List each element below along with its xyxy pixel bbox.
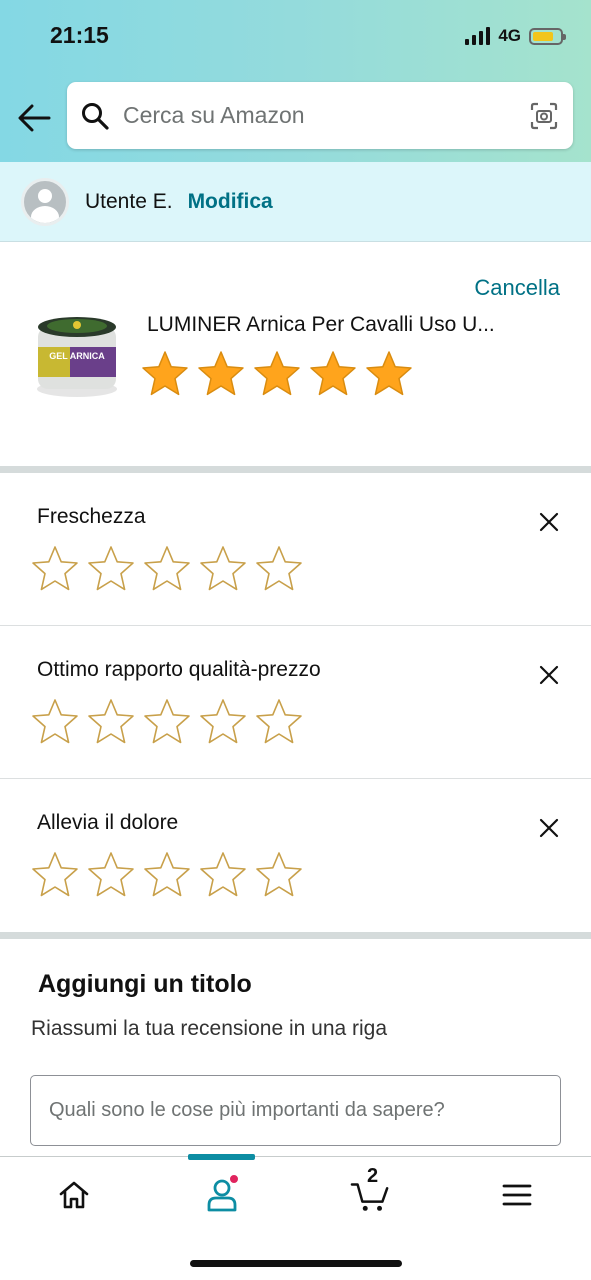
star-empty-icon[interactable] xyxy=(198,850,248,900)
star-empty-icon[interactable] xyxy=(254,850,304,900)
section-subheading: Riassumi la tua recensione in una riga xyxy=(31,1017,388,1040)
attribute-stars xyxy=(30,850,304,900)
user-strip: Utente E. Modifica xyxy=(0,162,591,242)
attribute-stars xyxy=(30,697,304,747)
status-indicators: 4G xyxy=(465,26,566,46)
edit-link[interactable]: Modifica xyxy=(188,190,273,214)
star-filled-icon[interactable] xyxy=(252,349,302,399)
product-image: GEL ARNICA xyxy=(37,317,117,397)
star-empty-icon[interactable] xyxy=(142,850,192,900)
search-input[interactable]: Cerca su Amazon xyxy=(123,102,529,129)
star-empty-icon[interactable] xyxy=(30,850,80,900)
star-empty-icon[interactable] xyxy=(254,544,304,594)
search-bar[interactable]: Cerca su Amazon xyxy=(67,82,573,149)
attribute-rating-freschezza: Freschezza xyxy=(0,473,591,625)
star-empty-icon[interactable] xyxy=(254,697,304,747)
camera-search-icon[interactable] xyxy=(529,101,559,131)
signal-icon xyxy=(465,27,491,45)
product-section: Cancella GEL ARNICA LUMINER Arnica Per C… xyxy=(0,243,591,466)
star-empty-icon[interactable] xyxy=(198,544,248,594)
home-indicator xyxy=(190,1260,402,1267)
svg-text:GEL ARNICA: GEL ARNICA xyxy=(49,351,105,361)
star-filled-icon[interactable] xyxy=(308,349,358,399)
attribute-rating-pain-relief: Allevia il dolore xyxy=(0,779,591,931)
nav-account[interactable] xyxy=(202,1173,242,1215)
star-empty-icon[interactable] xyxy=(198,697,248,747)
divider xyxy=(0,466,591,473)
nav-menu[interactable] xyxy=(497,1175,537,1215)
title-section: Aggiungi un titolo Riassumi la tua recen… xyxy=(0,940,591,1156)
notification-dot xyxy=(228,1173,240,1185)
menu-icon xyxy=(502,1184,532,1206)
star-empty-icon[interactable] xyxy=(86,697,136,747)
nav-cart[interactable]: 2 xyxy=(350,1165,390,1215)
nav-home[interactable] xyxy=(54,1175,94,1215)
close-icon[interactable] xyxy=(538,511,560,533)
status-time: 21:15 xyxy=(50,22,109,48)
review-title-input[interactable] xyxy=(30,1075,561,1146)
cancel-link[interactable]: Cancella xyxy=(474,275,560,301)
attribute-label: Freschezza xyxy=(37,505,146,528)
section-heading: Aggiungi un titolo xyxy=(38,970,252,998)
search-icon xyxy=(82,102,109,130)
star-empty-icon[interactable] xyxy=(30,697,80,747)
attribute-label: Ottimo rapporto qualità-prezzo xyxy=(37,658,321,681)
attribute-label: Allevia il dolore xyxy=(37,811,179,834)
attribute-stars xyxy=(30,544,304,594)
network-type: 4G xyxy=(498,26,521,45)
star-filled-icon[interactable] xyxy=(364,349,414,399)
star-empty-icon[interactable] xyxy=(86,544,136,594)
star-empty-icon[interactable] xyxy=(86,850,136,900)
product-rating[interactable] xyxy=(140,349,414,399)
star-empty-icon[interactable] xyxy=(142,697,192,747)
star-filled-icon[interactable] xyxy=(196,349,246,399)
star-empty-icon[interactable] xyxy=(142,544,192,594)
divider xyxy=(0,932,591,939)
star-filled-icon[interactable] xyxy=(140,349,190,399)
battery-icon xyxy=(529,27,566,45)
cart-count: 2 xyxy=(367,1165,379,1187)
attribute-rating-value: Ottimo rapporto qualità-prezzo xyxy=(0,626,591,778)
star-empty-icon[interactable] xyxy=(30,544,80,594)
active-tab-indicator xyxy=(188,1154,255,1160)
product-title: LUMINER Arnica Per Cavalli Uso U... xyxy=(147,313,495,336)
back-button[interactable] xyxy=(14,98,54,138)
arrow-left-icon xyxy=(18,104,51,132)
header: 21:15 4G Cerca su Amazon xyxy=(0,0,591,162)
close-icon[interactable] xyxy=(538,664,560,686)
close-icon[interactable] xyxy=(538,817,560,839)
user-name: Utente E. xyxy=(85,189,173,213)
home-icon xyxy=(59,1181,89,1209)
avatar xyxy=(21,177,69,226)
